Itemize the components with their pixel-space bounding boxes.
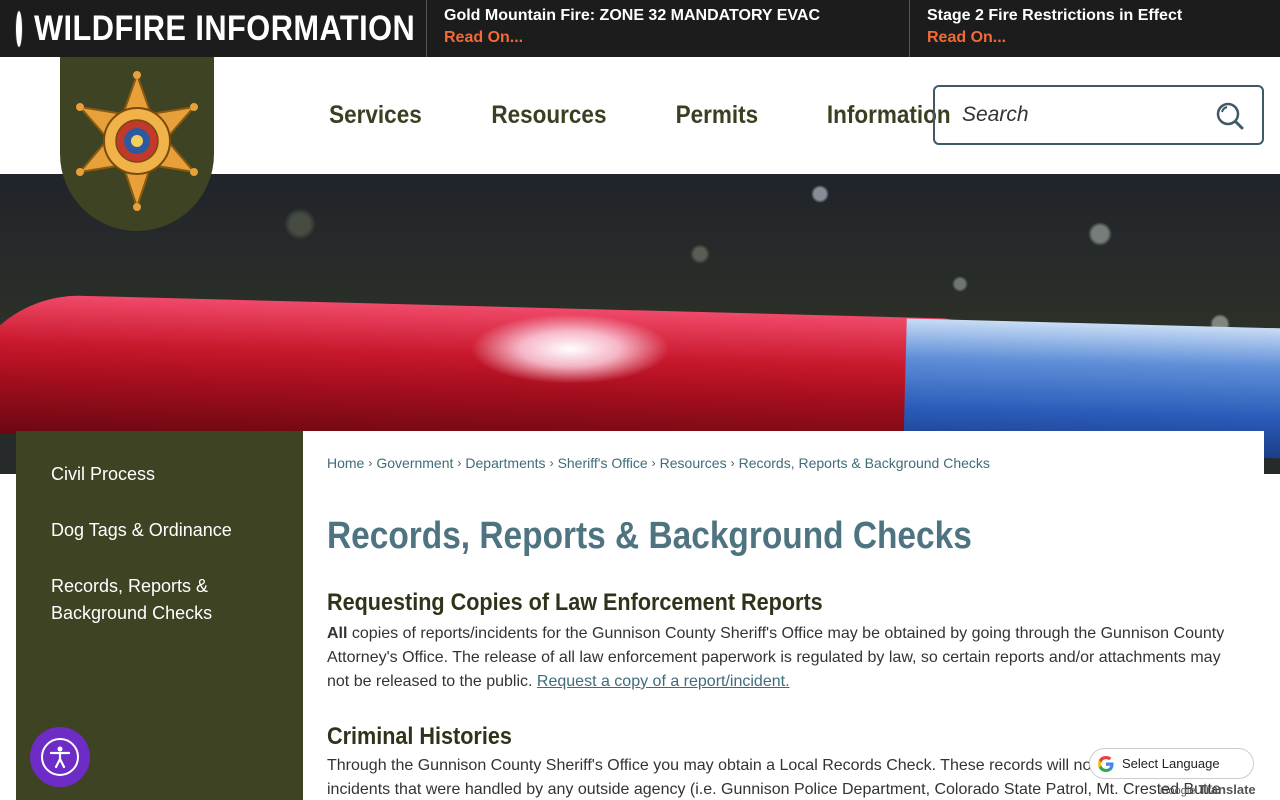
language-select[interactable]: Select Language — [1089, 748, 1254, 779]
breadcrumb-resources[interactable]: Resources — [660, 455, 727, 471]
alert-bar: WILDFIRE INFORMATION Gold Mountain Fire:… — [0, 0, 1280, 57]
breadcrumb-departments[interactable]: Departments — [465, 455, 545, 471]
page-title: Records, Reports & Background Checks — [327, 515, 972, 557]
breadcrumb-government[interactable]: Government — [376, 455, 453, 471]
search-input[interactable] — [962, 103, 1212, 127]
request-report-link[interactable]: Request a copy of a report/incident. — [537, 673, 790, 690]
search-box — [933, 85, 1264, 145]
breadcrumb-separator-icon: › — [651, 456, 656, 470]
section-heading: Criminal Histories — [327, 723, 512, 750]
wildfire-banner: WILDFIRE INFORMATION — [0, 0, 427, 57]
read-on-link[interactable]: Read On... — [927, 29, 1006, 47]
nav-resources[interactable]: Resources — [491, 101, 606, 130]
read-on-link[interactable]: Read On... — [444, 29, 523, 47]
alert-headline[interactable]: Gold Mountain Fire: ZONE 32 MANDATORY EV… — [444, 7, 909, 25]
sidebar-item-records[interactable]: Records, Reports & Background Checks — [16, 573, 303, 627]
emphasis-text: All — [327, 625, 348, 642]
breadcrumb-separator-icon: › — [368, 456, 373, 470]
breadcrumb-separator-icon: › — [549, 456, 554, 470]
hero-light-flare — [470, 314, 670, 384]
alert-headline[interactable]: Stage 2 Fire Restrictions in Effect — [927, 7, 1280, 25]
alert-item[interactable]: Stage 2 Fire Restrictions in Effect Read… — [910, 0, 1280, 57]
language-select-label: Select Language — [1122, 756, 1220, 771]
sidebar-item-civil-process[interactable]: Civil Process — [16, 461, 303, 488]
alert-bar-title: WILDFIRE INFORMATION — [34, 8, 416, 48]
alert-item[interactable]: Gold Mountain Fire: ZONE 32 MANDATORY EV… — [427, 0, 910, 57]
nav-permits[interactable]: Permits — [675, 101, 758, 130]
google-wordmark: Google — [1160, 785, 1196, 797]
alert-light-icon — [16, 10, 22, 47]
powered-by-google: Google Translate — [1160, 782, 1256, 797]
main-nav: Services Resources Permits Information — [295, 57, 987, 174]
search-icon[interactable] — [1214, 100, 1246, 137]
breadcrumb: Home › Government › Departments › Sherif… — [327, 455, 1240, 471]
google-icon — [1098, 755, 1114, 772]
breadcrumb-home[interactable]: Home — [327, 455, 364, 471]
breadcrumb-separator-icon: › — [730, 456, 735, 470]
section-heading: Requesting Copies of Law Enforcement Rep… — [327, 589, 823, 616]
sheriff-star-icon — [76, 71, 198, 211]
sidebar-item-dog-tags[interactable]: Dog Tags & Ordinance — [16, 517, 303, 544]
nav-services[interactable]: Services — [329, 101, 422, 130]
main-content: Home › Government › Departments › Sherif… — [303, 431, 1264, 800]
accessibility-button[interactable] — [30, 727, 90, 787]
breadcrumb-separator-icon: › — [457, 456, 462, 470]
translate-wordmark[interactable]: Translate — [1199, 782, 1256, 797]
section-text: All copies of reports/incidents for the … — [327, 622, 1232, 694]
sheriff-logo[interactable] — [60, 57, 214, 231]
accessibility-icon — [41, 738, 79, 776]
hero-banner — [0, 174, 1280, 474]
breadcrumb-current[interactable]: Records, Reports & Background Checks — [739, 455, 990, 471]
breadcrumb-sheriffs-office[interactable]: Sheriff's Office — [558, 455, 648, 471]
